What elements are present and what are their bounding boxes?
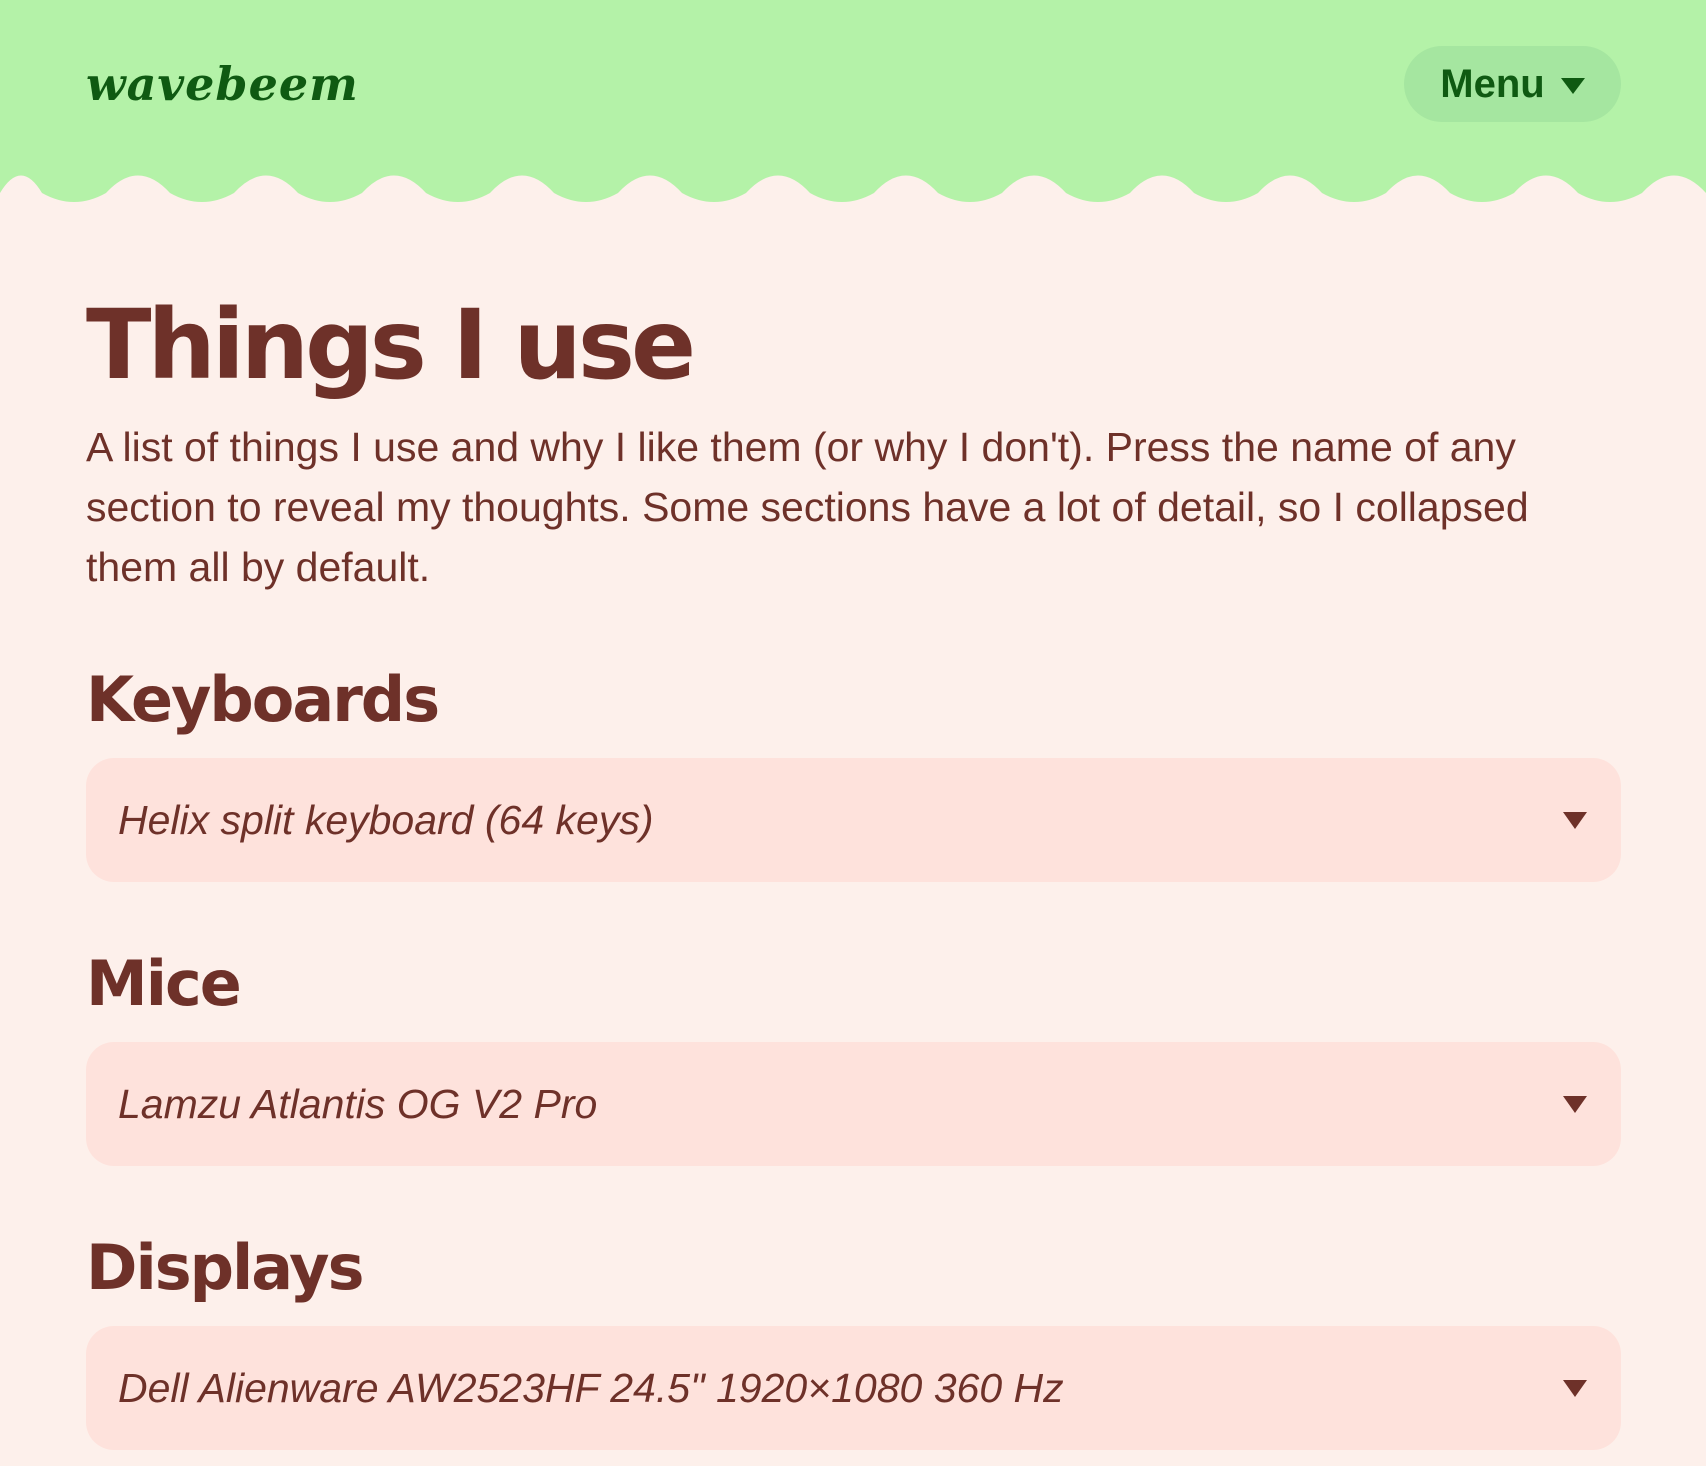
- menu-button-label: Menu: [1440, 61, 1545, 106]
- menu-button[interactable]: Menu: [1404, 46, 1621, 122]
- site-header: wavebeem Menu: [0, 0, 1706, 215]
- site-logo[interactable]: wavebeem: [86, 56, 359, 112]
- section-keyboards: Keyboards Helix split keyboard (64 keys): [86, 660, 1621, 882]
- caret-down-icon: [1563, 1095, 1587, 1113]
- caret-down-icon: [1560, 78, 1585, 94]
- section-heading-mice: Mice: [86, 947, 242, 1020]
- page-title: Things I use: [86, 289, 696, 401]
- accordion-display-item[interactable]: Dell Alienware AW2523HF 24.5" 1920×1080 …: [86, 1326, 1621, 1450]
- section-mice: Mice Lamzu Atlantis OG V2 Pro: [86, 944, 1621, 1166]
- section-displays: Displays Dell Alienware AW2523HF 24.5" 1…: [86, 1228, 1621, 1450]
- section-heading-keyboards: Keyboards: [86, 663, 440, 736]
- caret-down-icon: [1563, 1379, 1587, 1397]
- accordion-label: Dell Alienware AW2523HF 24.5" 1920×1080 …: [118, 1364, 1064, 1411]
- accordion-keyboard-item[interactable]: Helix split keyboard (64 keys): [86, 758, 1621, 882]
- accordion-label: Helix split keyboard (64 keys): [118, 796, 654, 843]
- intro-paragraph: A list of things I use and why I like th…: [86, 424, 1529, 590]
- main-content: Things I use A list of things I use and …: [86, 285, 1621, 597]
- caret-down-icon: [1563, 811, 1587, 829]
- accordion-label: Lamzu Atlantis OG V2 Pro: [118, 1080, 598, 1127]
- accordion-mouse-item[interactable]: Lamzu Atlantis OG V2 Pro: [86, 1042, 1621, 1166]
- section-heading-displays: Displays: [86, 1231, 365, 1304]
